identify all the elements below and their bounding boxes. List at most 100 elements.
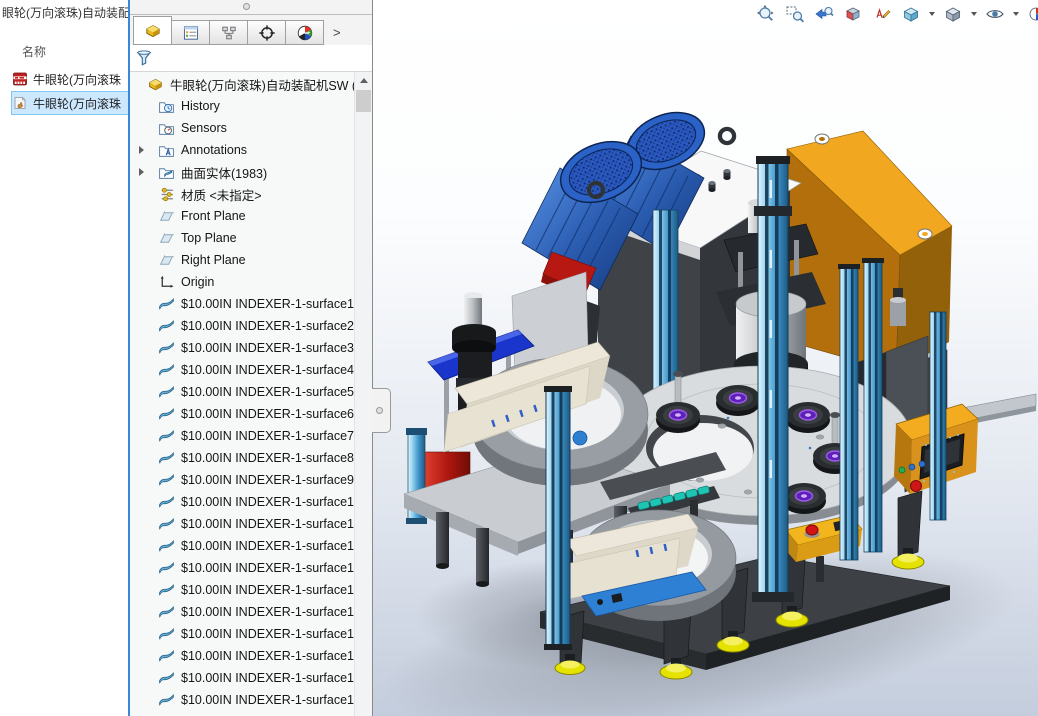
tree-item[interactable]: $10.00IN INDEXER-1-surface1 [130, 601, 355, 623]
filter-funnel-icon [135, 49, 153, 67]
tree-item[interactable]: $10.00IN INDEXER-1-surface1 [130, 535, 355, 557]
view-orientation-dropdown-caret[interactable] [929, 12, 935, 16]
proplist-icon [181, 24, 201, 42]
file-label: 牛眼轮(万向滚珠 [33, 71, 121, 88]
configurationmanager-tab[interactable] [209, 20, 248, 45]
tree-item[interactable]: $10.00IN INDEXER-1-surface6 [130, 403, 355, 425]
tree-item-label: Top Plane [181, 231, 237, 245]
tree-item-label: 材质 <未指定> [181, 185, 262, 204]
tree-item-label: $10.00IN INDEXER-1-surface1 [181, 517, 354, 531]
zoom-to-area-button[interactable] [784, 3, 806, 25]
display-icon [295, 24, 315, 42]
section-view-button[interactable] [842, 3, 864, 25]
tree-item[interactable]: $10.00IN INDEXER-1-surface8 [130, 447, 355, 469]
panel-side-splitter[interactable] [372, 388, 391, 433]
display-style-button[interactable] [942, 3, 964, 25]
tree-item-label: $10.00IN INDEXER-1-surface9 [181, 473, 354, 487]
tree-item[interactable]: $10.00IN INDEXER-1-surface1 [130, 689, 355, 711]
tree-item[interactable]: $10.00IN INDEXER-1-surface1 [130, 645, 355, 667]
extrusion-column-hmi[interactable] [930, 312, 946, 520]
surface-icon [158, 340, 175, 357]
tree-item-label: History [181, 99, 220, 113]
hide-show-items-icon [985, 4, 1005, 24]
assembly-icon [143, 22, 163, 40]
tree-item[interactable]: $10.00IN INDEXER-1-surface4 [130, 359, 355, 381]
scroll-up-button[interactable] [355, 72, 372, 89]
surface-icon [158, 626, 175, 643]
tree-filter-bar[interactable] [130, 45, 372, 72]
name-column-header[interactable]: 名称 [22, 43, 46, 60]
tree-item[interactable]: History [130, 95, 355, 117]
tree-item[interactable]: 材质 <未指定> [130, 183, 355, 205]
file-label: 牛眼轮(万向滚珠 [33, 95, 121, 112]
expand-arrow-icon[interactable] [139, 168, 144, 176]
tree-item[interactable]: $10.00IN INDEXER-1-surface1 [130, 579, 355, 601]
splitter-handle-dot[interactable] [243, 3, 250, 10]
tree-item[interactable]: $10.00IN INDEXER-1-surface1 [130, 513, 355, 535]
extrusion-column-center[interactable] [752, 156, 794, 602]
tree-item[interactable]: Sensors [130, 117, 355, 139]
tree-item[interactable]: $10.00IN INDEXER-1-surface3 [130, 337, 355, 359]
tree-item-label: $10.00IN INDEXER-1-surface1 [181, 539, 354, 553]
zoom-to-fit-button[interactable] [755, 3, 777, 25]
tree-item[interactable]: $10.00IN INDEXER-1-surface1 [130, 293, 355, 315]
tree-item[interactable]: $10.00IN INDEXER-1-surface1 [130, 623, 355, 645]
manager-tabs: > [130, 15, 372, 45]
featuremanager-tab[interactable] [133, 16, 172, 45]
tree-item[interactable]: $10.00IN INDEXER-1-surface1 [130, 557, 355, 579]
annotations-icon [158, 142, 175, 159]
dynamic-annotation-views-button[interactable] [871, 3, 893, 25]
tree-item-label: $10.00IN INDEXER-1-surface1 [181, 297, 354, 311]
tree-scrollbar[interactable] [354, 72, 372, 716]
surface-icon [158, 428, 175, 445]
tree-item[interactable]: Annotations [130, 139, 355, 161]
expand-arrow-icon[interactable] [139, 146, 144, 154]
tree-item-label: $10.00IN INDEXER-1-surface7 [181, 429, 354, 443]
scrollbar-thumb[interactable] [356, 90, 371, 112]
tree-item-label: $10.00IN INDEXER-1-surface3 [181, 341, 354, 355]
propertymanager-tab[interactable] [171, 20, 210, 45]
heads-up-view-toolbar [755, 2, 1038, 26]
tree-item[interactable]: Front Plane [130, 205, 355, 227]
tree-item[interactable]: 曲面实体(1983) [130, 161, 355, 183]
tree-item-label: $10.00IN INDEXER-1-surface1 [181, 693, 354, 707]
hide-show-items-button[interactable] [984, 3, 1006, 25]
edit-appearance-button[interactable] [1026, 3, 1038, 25]
tree-item[interactable]: $10.00IN INDEXER-1-surface1 [130, 667, 355, 689]
tree-item[interactable]: Top Plane [130, 227, 355, 249]
tree-root-item[interactable]: 牛眼轮(万向滚珠)自动装配机SW (De [130, 73, 355, 95]
tree-item[interactable]: $10.00IN INDEXER-1-surface1 [130, 711, 355, 716]
tree-item[interactable]: $10.00IN INDEXER-1-surface7 [130, 425, 355, 447]
surface-icon [158, 692, 175, 709]
tree-item[interactable]: Right Plane [130, 249, 355, 271]
dimxpertmanager-tab[interactable] [247, 20, 286, 45]
plane-icon [158, 230, 175, 247]
tree-item-label: $10.00IN INDEXER-1-surface1 [181, 627, 354, 641]
view-orientation-button[interactable] [900, 3, 922, 25]
previous-view-button[interactable] [813, 3, 835, 25]
tree-item-label: $10.00IN INDEXER-1-surface1 [181, 671, 354, 685]
displaymanager-tab[interactable] [285, 20, 324, 45]
display-style-dropdown-caret[interactable] [971, 12, 977, 16]
tree-item-label: Origin [181, 275, 214, 289]
surface-icon [158, 450, 175, 467]
blue-button [909, 464, 915, 470]
tree-item[interactable]: $10.00IN INDEXER-1-surface1 [130, 491, 355, 513]
assembly-model[interactable] [373, 0, 1038, 716]
config-icon [219, 24, 239, 42]
tree-item[interactable]: $10.00IN INDEXER-1-surface2 [130, 315, 355, 337]
tree-item[interactable]: $10.00IN INDEXER-1-surface9 [130, 469, 355, 491]
more-tabs-arrow[interactable]: > [333, 26, 341, 39]
tree-item[interactable]: Origin [130, 271, 355, 293]
material-icon [158, 186, 175, 203]
display-style-icon [943, 4, 963, 24]
tree-item[interactable]: $10.00IN INDEXER-1-surface5 [130, 381, 355, 403]
tree-item-label: Annotations [181, 143, 247, 157]
surface-icon [158, 604, 175, 621]
surface-icon [158, 318, 175, 335]
extrusion-column[interactable] [653, 210, 678, 395]
extrusion-column-front-left[interactable] [544, 386, 572, 650]
graphics-viewport[interactable] [373, 0, 1038, 716]
hide-show-items-dropdown-caret[interactable] [1013, 12, 1019, 16]
panel-top-splitter[interactable] [130, 0, 372, 15]
